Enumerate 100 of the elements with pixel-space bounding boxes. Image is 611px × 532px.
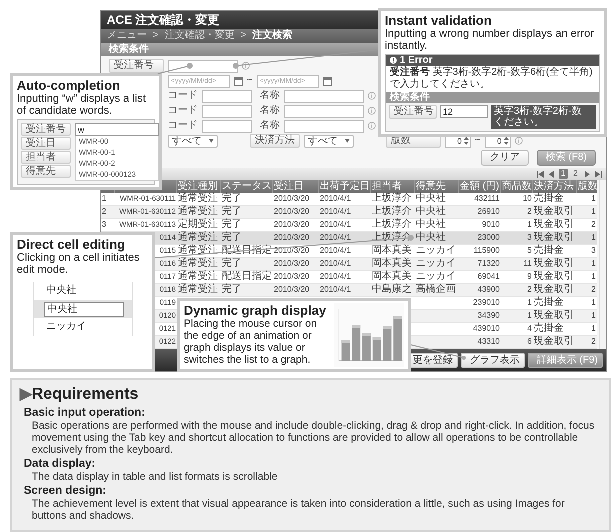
table-cell-text: ニッカイ [415, 245, 457, 257]
table-cell-text: 3 [101, 219, 108, 231]
table-cell-text: 9010 [481, 219, 501, 231]
table-cell-text: 現金取引 [533, 271, 575, 283]
table-cell-text: 岡本真美 [371, 245, 413, 257]
table-cell-text: 9 [526, 271, 533, 283]
table-cell-text: 1 [101, 193, 108, 205]
table-cell-text: 売掛金 [533, 323, 565, 335]
table-cell-text: 239010 [472, 297, 501, 309]
table-cell-text: 定期受注 [177, 219, 219, 231]
table-cell-text: 2010/3/20 [273, 245, 311, 257]
table-cell-text: 通常受注 [177, 284, 219, 296]
table-cell-text: 26910 [476, 206, 501, 218]
table-cell-text: 3 [526, 232, 533, 244]
table-cell-text: 2010/4/1 [319, 271, 352, 283]
table-cell-text: 2010/4/1 [319, 219, 352, 231]
table-cell-text: 中央社 [415, 219, 447, 231]
table-cell-text: 2 [590, 219, 597, 231]
table-cell-text: 2010/3/20 [273, 258, 311, 270]
table-cell-text: 2010/4/1 [319, 245, 352, 257]
field-label: コード [168, 120, 198, 132]
table-cell-text: 2 [526, 206, 533, 218]
field-label: 受注番号 [389, 105, 437, 119]
table-cell-text: 岡本真美 [371, 271, 413, 283]
paragraph: Basic operations are performed with the mouse and include double-clicking, drag & drop and right-click. In addition, focus movement using the Tab key and shortcut allocation to functions are provided to allow all operations to be controllable exclusively from the keyboard. [32, 420, 596, 456]
table-cell-text: 1 [590, 271, 597, 283]
paragraph: The achievement level is extent that visual appearance is taken into consideration a little, such as using Images for buttons and shadows. [32, 498, 566, 522]
table-cell-text: 2010/3/20 [273, 206, 311, 218]
table-cell-text: 中央社 [415, 232, 447, 244]
table-cell-text: 中央社 [415, 206, 447, 218]
table-cell-text: 通常受注 [177, 206, 219, 218]
error-title: 1 Error [400, 55, 433, 66]
table-cell-text: 現金取引 [533, 232, 575, 244]
table-cell-text: ニッカイ [415, 258, 457, 270]
table-cell-text: 2010/3/20 [273, 193, 311, 205]
table-cell-text: 完了 [221, 232, 243, 244]
field-label: コード [168, 90, 198, 102]
table-cell-text: 上坂淳介 [371, 219, 413, 231]
table-cell-text: 2 [526, 284, 533, 296]
table-cell-text: 71320 [476, 258, 501, 270]
callout-title: Auto-completion [17, 78, 122, 93]
subheading: Screen design: [24, 485, 108, 497]
table-cell-text: 4 [526, 323, 533, 335]
error-tooltip: 英字3桁-数字2桁-数 ください。 [491, 105, 596, 129]
table-cell-text: ニッカイ [415, 271, 457, 283]
table-cell-text: 2 [101, 206, 108, 218]
table-cell-text: 通常受注 [177, 193, 219, 205]
table-cell-text: 中央社 [415, 193, 447, 205]
section-header: 検索条件 [386, 92, 599, 103]
table-cell-text: 売掛金 [533, 245, 565, 257]
table-cell-text: 34390 [476, 310, 501, 322]
table-cell-text: 現金取引 [533, 336, 575, 348]
field-label: 得意先 [21, 165, 71, 178]
table-cell-text: 115900 [472, 245, 501, 257]
table-cell-text: 10 [522, 193, 533, 205]
table-cell-text: 中島康之 [371, 284, 413, 296]
table-cell-text: 69041 [476, 271, 501, 283]
table-cell-text: 現金取引 [533, 258, 575, 270]
table-cell-text: 2010/3/20 [273, 284, 311, 296]
table-cell-text: 1 [590, 297, 597, 309]
table-cell-text: 売掛金 [533, 297, 565, 309]
table-cell-text: 1 [590, 232, 597, 244]
table-cell-text: 現金取引 [533, 219, 575, 231]
table-cell-text: 1 [590, 258, 597, 270]
table-cell-text: 上坂淳介 [371, 193, 413, 205]
table-cell-text: 1 [526, 219, 533, 231]
range-separator: ~ [247, 75, 253, 87]
field-label: 受注日 [21, 137, 71, 150]
table-cell-text: 2010/4/1 [319, 193, 352, 205]
table-cell-text: 2010/4/1 [319, 284, 352, 296]
breadcrumb-current: 注文検索 [252, 30, 293, 42]
table-cell-text: 完了 [221, 206, 243, 218]
field-label: 受注番号 [21, 123, 71, 136]
table-cell-text: 完了 [221, 284, 243, 296]
table-cell-text: 6 [526, 336, 533, 348]
table-cell-text: 1 [526, 297, 533, 309]
table-cell-text: 2 [590, 284, 597, 296]
field-label: コード [168, 105, 198, 117]
breadcrumb-separator: > [240, 30, 247, 42]
error-message: 受注番号 英字3桁-数字2桁-数字6桁(全て半角) で入力してください。 [386, 66, 599, 92]
table-cell-text: 通常受注 [177, 232, 219, 244]
range-separator: ~ [475, 135, 481, 147]
table-cell-text: 1 [590, 193, 597, 205]
field-label: 担当者 [21, 151, 71, 164]
table-cell-text: 2010/4/1 [319, 258, 352, 270]
section-heading: ▶Requirements [20, 385, 140, 404]
field-label: 決済方法 [250, 134, 300, 148]
table-cell-text: 1 [590, 206, 597, 218]
table-cell-text: 完了 [221, 258, 243, 270]
table-cell-text: 2010/4/1 [319, 232, 352, 244]
callout-text: Inputting “w” displays a list of candidate words. [17, 93, 147, 117]
table-cell-text: 2010/3/20 [273, 219, 311, 231]
table-cell-text: 1 [526, 310, 533, 322]
field-label: 名称 [260, 120, 280, 132]
field-label: 受注番号 [109, 59, 164, 73]
table-cell-text: 完了 [221, 219, 243, 231]
table-cell-text: 2010/4/1 [319, 206, 352, 218]
subheading: Basic input operation: [24, 407, 146, 419]
table-cell-text: 432111 [473, 193, 501, 205]
table-cell-text: 高橋企画 [415, 284, 457, 296]
